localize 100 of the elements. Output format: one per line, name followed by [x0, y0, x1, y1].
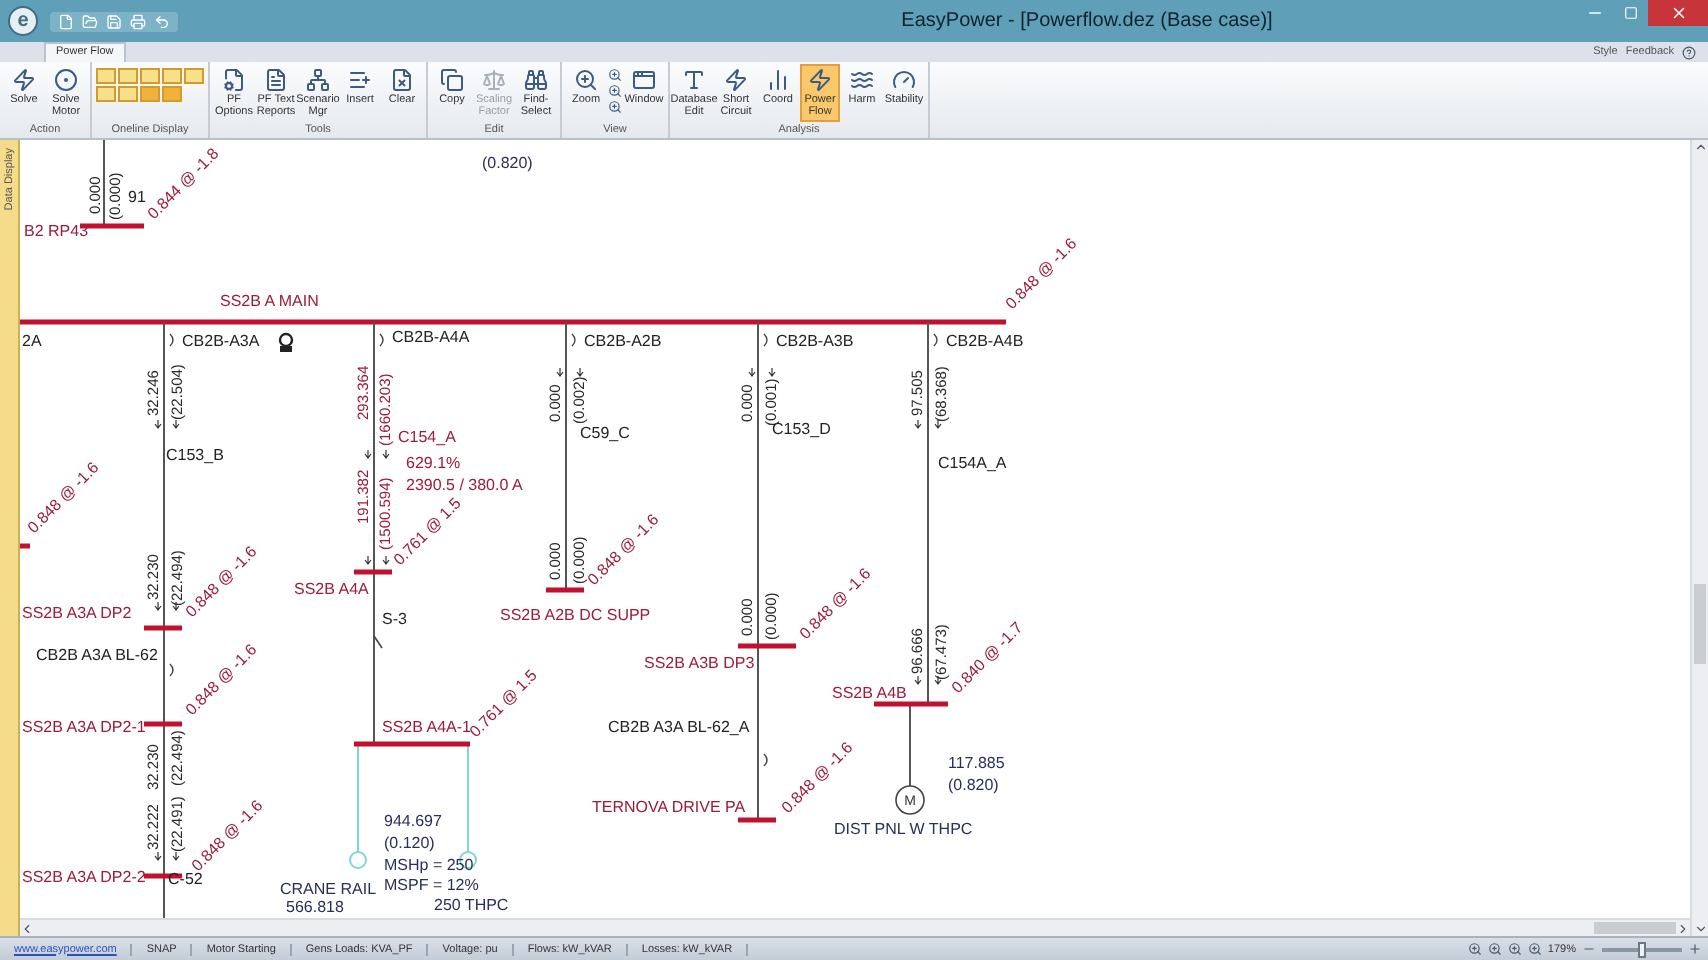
network-icon [306, 68, 330, 92]
scroll-left-icon[interactable] [20, 921, 34, 935]
arrow-icon [154, 419, 162, 429]
scroll-up-icon[interactable] [1693, 140, 1707, 154]
zoom-icon[interactable] [608, 68, 622, 82]
window-icon [632, 68, 656, 92]
waves-icon [850, 68, 874, 92]
slider-thumb[interactable] [1638, 941, 1646, 957]
arrow-icon [382, 449, 390, 459]
close-icon [1669, 4, 1687, 22]
view-icon[interactable] [1507, 942, 1522, 956]
scale-icon [482, 68, 506, 92]
feeder-line [103, 140, 105, 227]
scroll-down-icon[interactable] [1693, 922, 1707, 936]
bus-label: B2 RP43 [24, 222, 89, 240]
close-button[interactable] [1648, 0, 1708, 26]
zoom-icon[interactable] [608, 100, 622, 114]
arrow-icon [768, 367, 776, 377]
undo-icon[interactable] [154, 13, 170, 29]
result-value: (0.120) [384, 834, 435, 852]
window-title: EasyPower - [Powerflow.dez (Base case)] [899, 10, 1275, 32]
new-file-icon[interactable] [58, 13, 74, 29]
bus-bar [20, 543, 30, 549]
zoom-in-icon[interactable] [1688, 942, 1702, 956]
arrow-icon [172, 601, 180, 611]
arrow-icon [364, 449, 372, 459]
zoom-in-icon [574, 68, 598, 92]
scroll-right-icon[interactable] [1676, 921, 1690, 935]
arrow-icon [934, 419, 942, 429]
breaker-icon [379, 333, 384, 347]
alert-text: 629.1% [406, 454, 461, 472]
breaker-icon [169, 333, 174, 347]
zoom-out-icon[interactable] [1582, 942, 1596, 956]
device-label: C-52 [168, 870, 203, 888]
result-value: (0.820) [948, 776, 999, 794]
arrow-icon [556, 367, 564, 377]
device-label: CB2B-A3B [776, 332, 854, 350]
device-label: S-3 [382, 610, 407, 628]
bus-label: SS2B A4A [294, 580, 369, 598]
view-icon[interactable] [1487, 942, 1502, 956]
alert-text: C154_A [398, 428, 456, 446]
device-label: C59_C [580, 424, 630, 442]
view-icon[interactable] [1527, 942, 1542, 956]
breaker-icon [933, 333, 938, 347]
arrow-icon [934, 675, 942, 685]
result-value: MSPF = 12% [384, 876, 479, 894]
copy-icon [440, 68, 464, 92]
result-value: 944.697 [384, 812, 442, 830]
bus-bar [738, 817, 776, 823]
arrow-icon [576, 367, 584, 377]
folder-icon[interactable] [82, 13, 98, 29]
lightning-icon [724, 68, 748, 92]
arrow-icon [172, 419, 180, 429]
bus-label: SS2B A3A DP2 [22, 604, 132, 622]
arrow-icon [748, 367, 756, 377]
arrow-icon [154, 851, 162, 861]
help-icon[interactable] [1682, 45, 1696, 59]
binoculars-icon [524, 68, 548, 92]
horizontal-scrollbar[interactable] [20, 918, 1690, 936]
result-value: (0.820) [482, 154, 533, 172]
breaker-icon [763, 753, 768, 767]
lightning-icon [12, 68, 36, 92]
zoom-icon[interactable] [608, 84, 622, 98]
result-value: CRANE RAIL [280, 880, 377, 898]
printer-icon[interactable] [130, 13, 146, 29]
bus-bar [144, 721, 182, 727]
device-label: 2A [22, 332, 42, 350]
bus-label: SS2B A3A DP2-1 [22, 718, 146, 736]
file-gear-icon [222, 68, 246, 92]
device-label: CB2B-A4A [392, 328, 470, 346]
device-label: CB2B A3A BL-62_A [608, 718, 750, 736]
vertical-scrollbar[interactable] [1690, 140, 1708, 936]
bus-bar [144, 625, 182, 631]
arrow-icon [154, 601, 162, 611]
result-value: 117.885 [948, 754, 1005, 772]
bus-bar [354, 569, 392, 575]
device-label: C153_B [166, 446, 224, 464]
view-icon[interactable] [1467, 942, 1482, 956]
device-label: C154A_A [938, 454, 1007, 472]
device-label: CB2B-A3A [182, 332, 260, 350]
bus-label: SS2B A MAIN [220, 292, 319, 310]
bus-label: SS2B A4A-1 [382, 718, 471, 736]
alert-text: 2390.5 / 380.0 A [406, 476, 523, 494]
lightning-icon [808, 68, 832, 92]
breaker-icon [571, 333, 576, 347]
device-label: CB2B-A4B [946, 332, 1024, 350]
bus-bar [738, 643, 796, 649]
bus-bar [354, 741, 470, 747]
maximize-icon [1623, 6, 1637, 20]
app-menu-button[interactable]: e [8, 6, 38, 36]
save-icon[interactable] [106, 13, 122, 29]
bar-chart-icon [766, 68, 790, 92]
device-label: C153_D [772, 420, 831, 438]
file-x-icon [390, 68, 414, 92]
bus-label: SS2B A3B DP3 [644, 654, 755, 672]
text-tool-icon [682, 68, 706, 92]
bus-label: SS2B A2B DC SUPP [500, 606, 651, 624]
breaker-icon [763, 333, 768, 347]
list-plus-icon [348, 68, 372, 92]
bus-bar [874, 701, 948, 707]
